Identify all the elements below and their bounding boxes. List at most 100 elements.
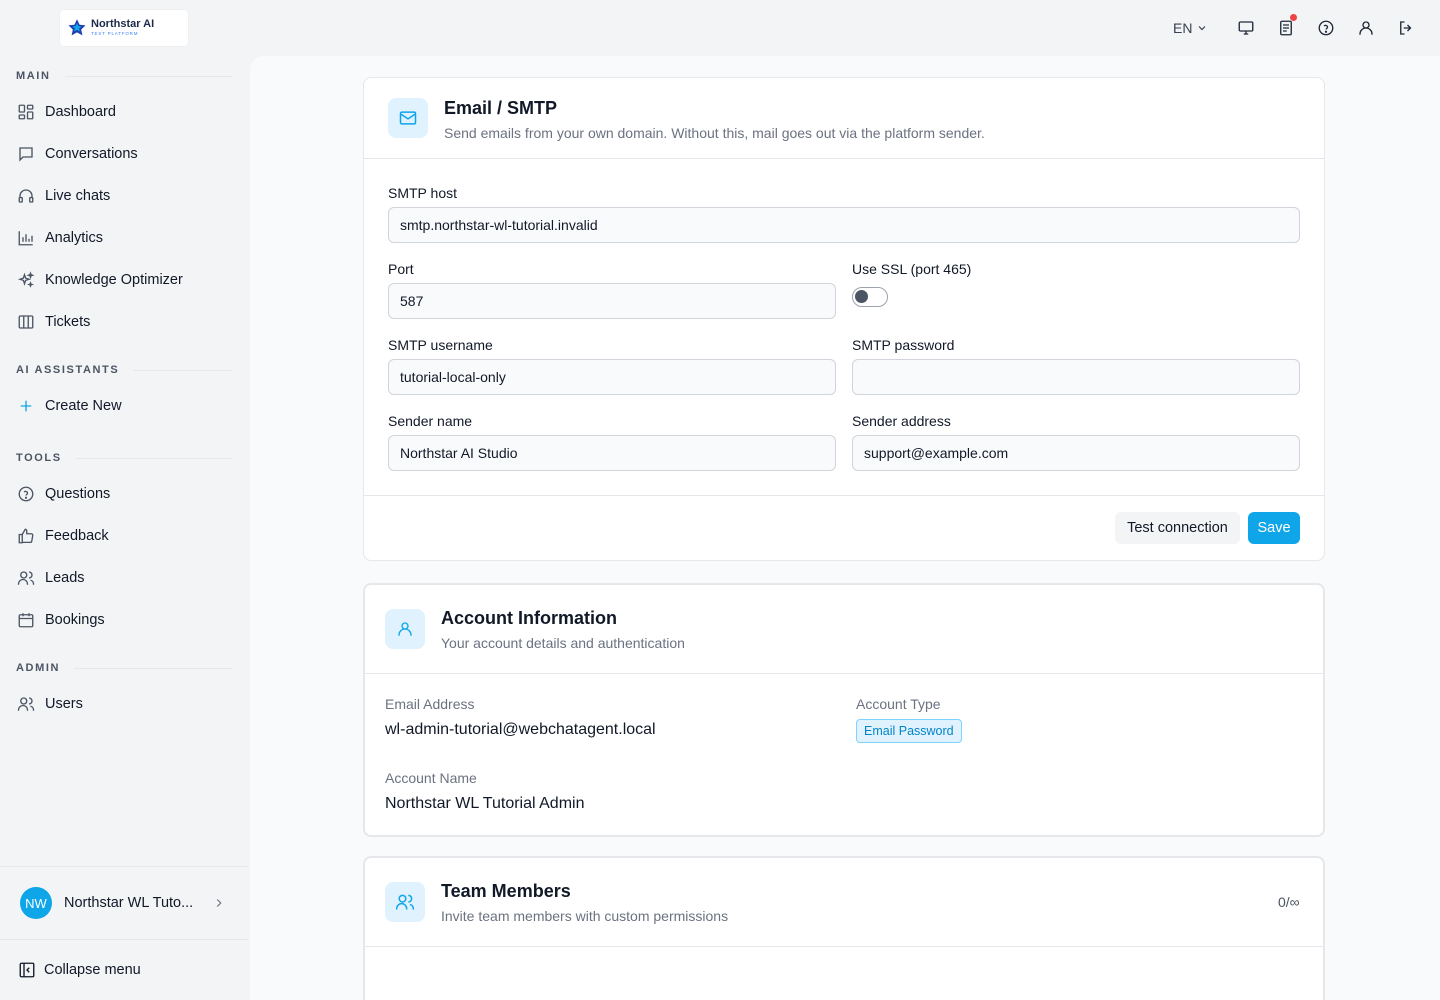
ssl-toggle[interactable] [852,287,888,307]
nav-tickets[interactable]: Tickets [16,306,232,338]
email-address-value: wl-admin-tutorial@webchatagent.local [385,721,656,738]
section-main-label: MAIN [16,70,51,82]
thumbs-up-icon [16,526,36,546]
account-title: Account Information [441,608,617,628]
section-tools: TOOLS [16,452,232,464]
smtp-username-input[interactable] [388,359,836,395]
mail-icon [388,98,428,138]
team-title: Team Members [441,881,571,901]
smtp-footer-divider [364,495,1324,496]
nav-create-new-label: Create New [45,398,122,414]
nav-tickets-label: Tickets [45,314,91,330]
smtp-title: Email / SMTP [444,98,558,118]
section-ai-assistants: AI ASSISTANTS [16,364,232,376]
users-icon [385,882,425,922]
account-card-header: Account Information Your account details… [365,585,1323,674]
users-icon [16,694,36,714]
user-icon [385,609,425,649]
smtp-password-label: SMTP password [852,337,955,353]
collapse-menu-button[interactable]: Collapse menu [18,958,141,982]
save-button[interactable]: Save [1248,512,1300,544]
nav-analytics-label: Analytics [45,230,104,246]
ssl-label: Use SSL (port 465) [852,261,972,277]
nav-leads[interactable]: Leads [16,562,232,594]
brand-tagline: TEST PLATFORM [91,31,139,37]
smtp-card-header: Email / SMTP Send emails from your own d… [364,78,1324,159]
account-name-label: Account Name [385,770,477,786]
headset-icon [16,186,36,206]
sidebar-divider [0,939,248,940]
nav-bookings[interactable]: Bookings [16,604,232,636]
help-icon[interactable] [1315,17,1337,39]
brand-logo[interactable]: Northstar AI TEST PLATFORM [60,10,188,46]
changelog-icon[interactable] [1275,14,1297,39]
user-name: Northstar WL Tuto... [64,895,194,911]
plus-icon [16,396,36,416]
logout-icon[interactable] [1395,17,1417,39]
sender-name-input[interactable] [388,435,836,471]
test-connection-button[interactable]: Test connection [1115,512,1240,544]
nav-users[interactable]: Users [16,688,232,720]
section-main: MAIN [16,70,232,82]
user-icon[interactable] [1355,17,1377,39]
nav-dashboard[interactable]: Dashboard [16,96,232,128]
nav-feedback-label: Feedback [45,528,109,544]
collapse-sidebar-icon [18,961,36,979]
nav-bookings-label: Bookings [45,612,105,628]
smtp-subtitle: Send emails from your own domain. Withou… [444,125,985,141]
users-icon [16,568,36,588]
nav-questions-label: Questions [45,486,111,502]
collapse-menu-label: Collapse menu [44,962,141,978]
port-input[interactable] [388,283,836,319]
nav-dashboard-label: Dashboard [45,104,116,120]
smtp-host-label: SMTP host [388,185,457,201]
language-value: EN [1173,20,1193,36]
nav-create-new[interactable]: Create New [16,390,232,422]
main-content: Email / SMTP Send emails from your own d… [250,56,1440,1000]
section-admin: ADMIN [16,662,232,674]
team-card-header: Team Members Invite team members with cu… [365,858,1323,947]
nav-analytics[interactable]: Analytics [16,222,232,254]
account-subtitle: Your account details and authentication [441,635,685,651]
notification-dot [1290,14,1297,21]
columns-icon [16,312,36,332]
chevron-down-icon [1196,22,1208,34]
account-name-value: Northstar WL Tutorial Admin [385,795,585,812]
language-selector[interactable]: EN [1173,18,1208,38]
brand-name: Northstar AI [91,18,155,31]
nav-users-label: Users [45,696,83,712]
bar-chart-icon [16,228,36,248]
star-logo-icon [68,19,86,36]
nav-leads-label: Leads [45,570,85,586]
section-ai-assistants-label: AI ASSISTANTS [16,364,120,376]
monitor-icon[interactable] [1235,17,1257,39]
team-subtitle: Invite team members with custom permissi… [441,908,729,924]
question-icon [16,484,36,504]
section-tools-label: TOOLS [16,452,62,464]
user-menu[interactable]: NW Northstar WL Tuto... [20,887,232,919]
port-label: Port [388,261,414,277]
nav-feedback[interactable]: Feedback [16,520,232,552]
account-card: Account Information Your account details… [363,583,1325,837]
nav-live-chats[interactable]: Live chats [16,180,232,212]
nav-conversations-label: Conversations [45,146,138,162]
sidebar-divider [0,866,248,867]
nav-questions[interactable]: Questions [16,478,232,510]
chat-icon [16,144,36,164]
nav-live-chats-label: Live chats [45,188,111,204]
sender-address-label: Sender address [852,413,951,429]
nav-conversations[interactable]: Conversations [16,138,232,170]
smtp-host-input[interactable] [388,207,1300,243]
sparkles-icon [16,270,36,290]
sender-address-input[interactable] [852,435,1300,471]
nav-knowledge-optimizer[interactable]: Knowledge Optimizer [16,264,232,296]
dashboard-icon [16,102,36,122]
avatar: NW [20,887,52,919]
account-type-label: Account Type [856,696,941,712]
team-member-count: 0/∞ [1278,894,1300,910]
team-card: Team Members Invite team members with cu… [363,856,1325,1000]
toggle-knob [855,290,868,303]
smtp-password-input[interactable] [852,359,1300,395]
chevron-right-icon [212,896,226,910]
smtp-username-label: SMTP username [388,337,493,353]
